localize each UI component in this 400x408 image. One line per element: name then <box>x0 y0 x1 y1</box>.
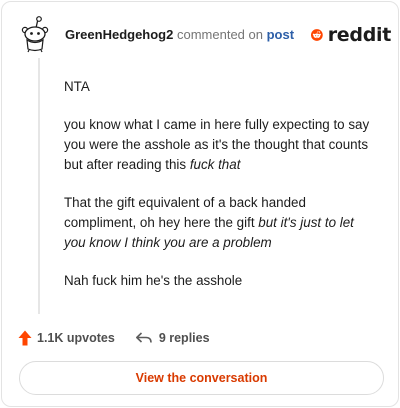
upvote-arrow-icon <box>18 330 32 346</box>
upvote-count: 1.1K upvotes <box>37 331 115 345</box>
comment-paragraph: That the gift equivalent of a back hande… <box>64 195 354 250</box>
reddit-wordmark: reddit <box>327 24 392 46</box>
comment-body: NTA you know what I came in here fully e… <box>64 77 376 309</box>
post-link[interactable]: post <box>267 27 294 42</box>
user-avatar-icon[interactable] <box>16 15 50 53</box>
comment-card: GreenHedgehog2 commented on post reddit … <box>1 1 399 407</box>
comment-paragraph: you know what I came in here fully expec… <box>64 117 370 172</box>
reddit-logo[interactable]: reddit <box>311 20 391 50</box>
comment-paragraph: Nah fuck him he's the asshole <box>64 273 243 288</box>
reply-arrow-icon <box>135 332 152 343</box>
action-text: commented on <box>176 27 263 42</box>
thread-line <box>38 58 40 314</box>
reply-count: 9 replies <box>158 331 210 345</box>
comment-paragraph: NTA <box>64 79 90 94</box>
reddit-snoo-icon <box>311 29 323 41</box>
username[interactable]: GreenHedgehog2 <box>65 27 173 42</box>
replies-button[interactable]: 9 replies <box>135 331 210 345</box>
view-conversation-button[interactable]: View the conversation <box>19 361 384 395</box>
comment-actions: 1.1K upvotes 9 replies <box>18 328 210 348</box>
comment-header: GreenHedgehog2 commented on post <box>65 27 294 43</box>
upvote-button[interactable]: 1.1K upvotes <box>18 330 115 346</box>
